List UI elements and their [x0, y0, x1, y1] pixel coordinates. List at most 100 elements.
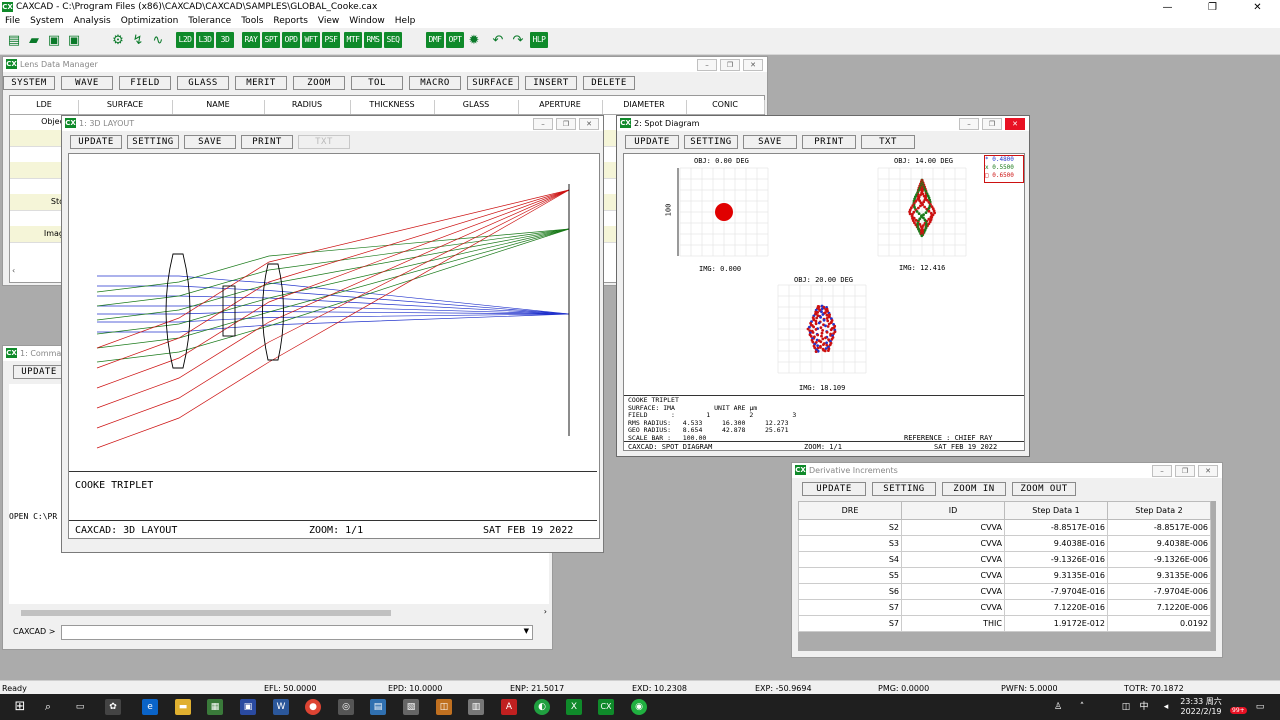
- deriv-setting-button[interactable]: SETTING: [872, 482, 936, 496]
- deriv-cell[interactable]: THIC: [901, 615, 1005, 632]
- toolbar-l3d-button[interactable]: L3D: [196, 32, 214, 48]
- restore-icon[interactable]: ❐: [556, 118, 576, 130]
- lde-field-button[interactable]: FIELD: [119, 76, 171, 90]
- lde-insert-button[interactable]: INSERT: [525, 76, 577, 90]
- app-icon[interactable]: ▧: [403, 699, 419, 715]
- minimize-icon[interactable]: –: [697, 59, 717, 71]
- deriv-cell[interactable]: 9.4038E-006: [1107, 535, 1211, 552]
- menu-window[interactable]: Window: [344, 15, 390, 28]
- chrome-icon[interactable]: ●: [305, 699, 321, 715]
- close-icon[interactable]: ✕: [579, 118, 599, 130]
- menu-analysis[interactable]: Analysis: [69, 15, 116, 28]
- restore-icon[interactable]: ❐: [1175, 465, 1195, 477]
- task-view-icon[interactable]: ▭: [72, 699, 88, 715]
- deriv-row[interactable]: S2 CVVA -8.8517E-016 -8.8517E-006: [798, 519, 1211, 536]
- app-icon[interactable]: ◫: [436, 699, 452, 715]
- command-input[interactable]: ▼: [61, 625, 533, 640]
- menu-optimization[interactable]: Optimization: [116, 15, 184, 28]
- deriv-cell[interactable]: CVVA: [901, 599, 1005, 616]
- app-icon[interactable]: ▦: [207, 699, 223, 715]
- search-icon[interactable]: ⌕: [40, 699, 56, 715]
- deriv-cell[interactable]: 9.3135E-016: [1004, 567, 1108, 584]
- deriv-cell[interactable]: S7: [798, 599, 902, 616]
- deriv-cell[interactable]: CVVA: [901, 535, 1005, 552]
- scrollbar-thumb[interactable]: [21, 610, 391, 616]
- layout-print-button[interactable]: PRINT: [241, 135, 293, 149]
- redo-icon[interactable]: ↷: [510, 33, 526, 48]
- spot-save-button[interactable]: SAVE: [743, 135, 797, 149]
- deriv-cell[interactable]: CVVA: [901, 519, 1005, 536]
- speaker-icon[interactable]: ◂: [1158, 699, 1174, 715]
- close-icon[interactable]: ✕: [1235, 0, 1280, 15]
- notification-icon[interactable]: ▭: [1252, 699, 1268, 715]
- deriv-cell[interactable]: CVVA: [901, 567, 1005, 584]
- save-as-icon[interactable]: ▣: [66, 33, 82, 48]
- spot-setting-button[interactable]: SETTING: [684, 135, 738, 149]
- deriv-cell[interactable]: S7: [798, 615, 902, 632]
- scroll-left-icon[interactable]: ‹: [12, 266, 15, 275]
- deriv-cell[interactable]: 1.9172E-012: [1004, 615, 1108, 632]
- lde-macro-button[interactable]: MACRO: [409, 76, 461, 90]
- scroll-right-icon[interactable]: ›: [544, 607, 547, 616]
- layout-setting-button[interactable]: SETTING: [127, 135, 179, 149]
- lde-merit-button[interactable]: MERIT: [235, 76, 287, 90]
- toolbar-dmf-button[interactable]: DMF: [426, 32, 444, 48]
- word-icon[interactable]: W: [273, 699, 289, 715]
- lde-tol-button[interactable]: TOL: [351, 76, 403, 90]
- deriv-cell[interactable]: CVVA: [901, 551, 1005, 568]
- undo-icon[interactable]: ↶: [490, 33, 506, 48]
- deriv-cell[interactable]: S3: [798, 535, 902, 552]
- menu-file[interactable]: File: [0, 15, 25, 28]
- caxcad-taskbar-icon[interactable]: CX: [598, 699, 614, 715]
- app-icon[interactable]: ✿: [105, 699, 121, 715]
- settings-icon[interactable]: ⚙: [110, 33, 126, 48]
- app-icon[interactable]: ▥: [468, 699, 484, 715]
- toolbar-mtf-button[interactable]: MTF: [344, 32, 362, 48]
- deriv-zoom-out-button[interactable]: ZOOM OUT: [1012, 482, 1076, 496]
- network-icon[interactable]: ◫: [1118, 699, 1134, 715]
- wechat-icon[interactable]: ◉: [631, 699, 647, 715]
- layout-update-button[interactable]: UPDATE: [70, 135, 122, 149]
- lde-delete-button[interactable]: DELETE: [583, 76, 635, 90]
- deriv-cell[interactable]: S5: [798, 567, 902, 584]
- open-folder-icon[interactable]: ▰: [26, 33, 42, 48]
- gear-icon[interactable]: ✹: [466, 33, 482, 48]
- deriv-cell[interactable]: -7.9704E-016: [1004, 583, 1108, 600]
- close-icon[interactable]: ✕: [1005, 118, 1025, 130]
- spot-update-button[interactable]: UPDATE: [625, 135, 679, 149]
- toolbar-wft-button[interactable]: WFT: [302, 32, 320, 48]
- restore-icon[interactable]: ❐: [982, 118, 1002, 130]
- pdf-icon[interactable]: A: [501, 699, 517, 715]
- edge-browser-icon[interactable]: e: [142, 699, 158, 715]
- toolbar-seq-button[interactable]: SEQ: [384, 32, 402, 48]
- deriv-cell[interactable]: -8.8517E-016: [1004, 519, 1108, 536]
- close-icon[interactable]: ✕: [743, 59, 763, 71]
- close-icon[interactable]: ✕: [1198, 465, 1218, 477]
- toolbar-opd-button[interactable]: OPD: [282, 32, 300, 48]
- deriv-cell[interactable]: -9.1326E-016: [1004, 551, 1108, 568]
- deriv-row[interactable]: S7 THIC 1.9172E-012 0.0192: [798, 615, 1211, 632]
- toolbar-3d-button[interactable]: 3D: [216, 32, 234, 48]
- menu-tolerance[interactable]: Tolerance: [183, 15, 236, 28]
- layout-txt-button[interactable]: TXT: [298, 135, 350, 149]
- deriv-cell[interactable]: 7.1220E-006: [1107, 599, 1211, 616]
- minimize-icon[interactable]: –: [959, 118, 979, 130]
- deriv-cell[interactable]: -8.8517E-006: [1107, 519, 1211, 536]
- deriv-row[interactable]: S3 CVVA 9.4038E-016 9.4038E-006: [798, 535, 1211, 552]
- app-icon[interactable]: ◐: [534, 699, 550, 715]
- lde-glass-button[interactable]: GLASS: [177, 76, 229, 90]
- deriv-cell[interactable]: 7.1220E-016: [1004, 599, 1108, 616]
- lde-system-button[interactable]: SYSTEM: [3, 76, 55, 90]
- clock-time[interactable]: 23:33 周六: [1176, 696, 1226, 707]
- toolbar-psf-button[interactable]: PSF: [322, 32, 340, 48]
- restore-icon[interactable]: ❐: [1190, 0, 1235, 15]
- app-icon[interactable]: ▤: [370, 699, 386, 715]
- menu-view[interactable]: View: [313, 15, 344, 28]
- deriv-row[interactable]: S7 CVVA 7.1220E-016 7.1220E-006: [798, 599, 1211, 616]
- layout-save-button[interactable]: SAVE: [184, 135, 236, 149]
- spot-print-button[interactable]: PRINT: [802, 135, 856, 149]
- lde-zoom-button[interactable]: ZOOM: [293, 76, 345, 90]
- app-icon[interactable]: ▣: [240, 699, 256, 715]
- deriv-cell[interactable]: -9.1326E-006: [1107, 551, 1211, 568]
- spot-txt-button[interactable]: TXT: [861, 135, 915, 149]
